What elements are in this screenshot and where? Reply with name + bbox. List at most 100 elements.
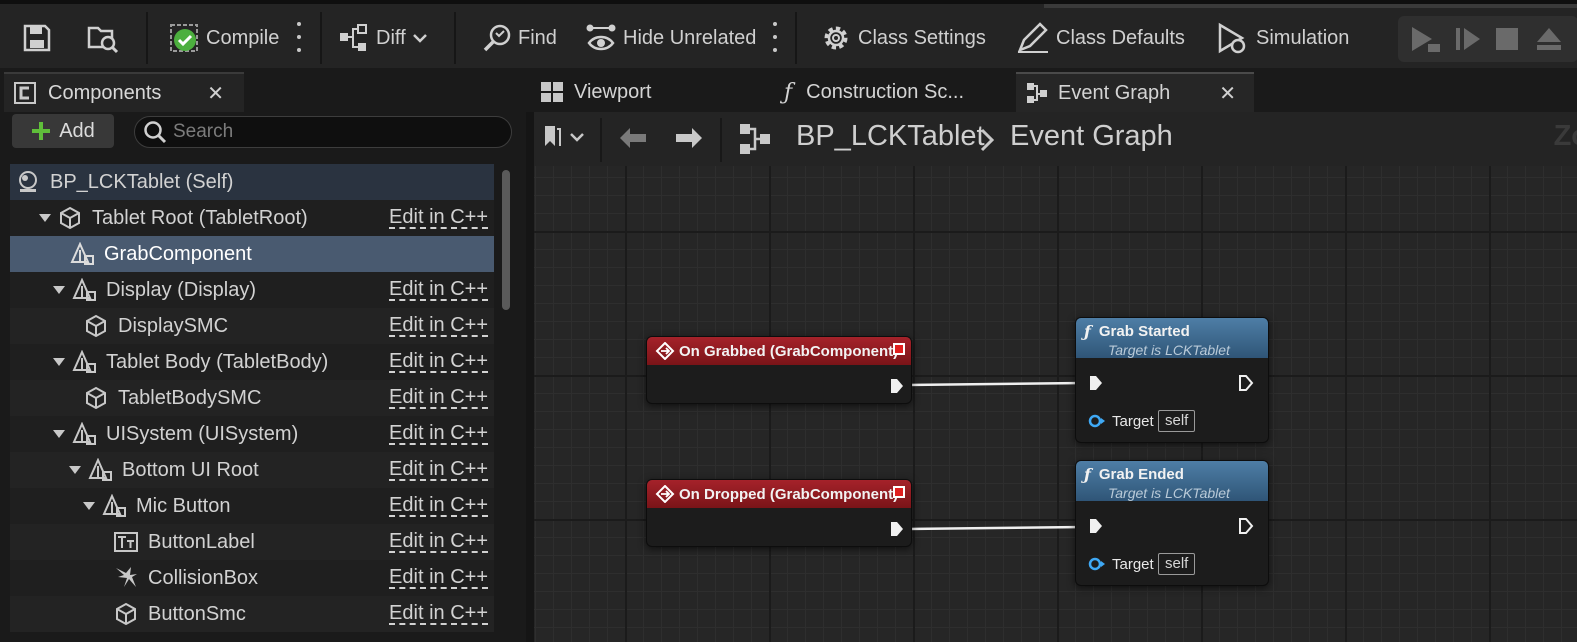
edit-in-cpp-link[interactable]: Edit in C++ xyxy=(389,602,488,625)
save-button[interactable] xyxy=(22,8,52,68)
simulation-button[interactable]: Simulation xyxy=(1216,8,1349,68)
tree-row-label: TabletBodySMC xyxy=(118,386,262,409)
tree-row-self[interactable]: BP_LCKTablet (Self) xyxy=(10,164,494,200)
mesh-icon xyxy=(58,206,82,230)
target-default-value[interactable]: self xyxy=(1158,553,1196,575)
edit-in-cpp-link[interactable]: Edit in C++ xyxy=(389,458,488,481)
edit-in-cpp-link[interactable]: Edit in C++ xyxy=(389,386,488,409)
tree-row-ui-system[interactable]: UISystem (UISystem) Edit in C++ xyxy=(10,416,494,452)
edit-in-cpp-link[interactable]: Edit in C++ xyxy=(389,278,488,301)
class-settings-button[interactable]: Class Settings xyxy=(820,8,986,68)
event-node-on-dropped[interactable]: On Dropped (GrabComponent) xyxy=(646,479,912,547)
target-default-value[interactable]: self xyxy=(1158,410,1196,432)
expand-arrow-icon[interactable] xyxy=(82,499,96,513)
expand-arrow-icon[interactable] xyxy=(52,355,66,369)
event-icon xyxy=(655,342,675,360)
edit-in-cpp-link[interactable]: Edit in C++ xyxy=(389,314,488,337)
tree-row-collision-box[interactable]: CollisionBox Edit in C++ xyxy=(10,560,494,596)
header-separator xyxy=(720,118,722,162)
class-defaults-label: Class Defaults xyxy=(1056,26,1185,49)
edit-in-cpp-link[interactable]: Edit in C++ xyxy=(389,530,488,553)
exec-output-pin-icon[interactable] xyxy=(1238,517,1254,535)
graph-canvas[interactable]: On Grabbed (GrabComponent) On Dropped (G… xyxy=(534,112,1577,642)
edit-in-cpp-link[interactable]: Edit in C++ xyxy=(389,206,488,229)
tab-event-graph-label: Event Graph xyxy=(1058,81,1171,104)
hide-unrelated-icon xyxy=(586,24,616,51)
target-pin-label: Target xyxy=(1112,556,1154,573)
search-input[interactable] xyxy=(173,121,473,143)
main-toolbar: Compile Diff Find Hide Unrelated Class S… xyxy=(0,0,1577,68)
eject-icon[interactable] xyxy=(1534,25,1564,53)
exec-output-pin-icon[interactable] xyxy=(889,520,905,538)
expand-arrow-icon[interactable] xyxy=(68,463,82,477)
tree-row-button-label[interactable]: ButtonLabel Edit in C++ xyxy=(10,524,494,560)
components-tab-title: Components xyxy=(48,81,162,104)
collision-icon xyxy=(114,566,138,590)
diff-label: Diff xyxy=(376,26,406,49)
stop-icon[interactable] xyxy=(1494,25,1520,53)
hide-unrelated-button[interactable]: Hide Unrelated xyxy=(585,8,756,68)
event-graph-icon xyxy=(740,124,770,154)
exec-output-pin-icon[interactable] xyxy=(1238,374,1254,392)
function-icon: ƒ xyxy=(784,79,793,105)
play-icon[interactable] xyxy=(1408,24,1442,54)
expand-arrow-icon[interactable] xyxy=(38,211,52,225)
tree-row-display-smc[interactable]: DisplaySMC Edit in C++ xyxy=(10,308,494,344)
hide-unrelated-options-button[interactable] xyxy=(772,22,778,52)
tree-row-bottom-ui-root[interactable]: Bottom UI Root Edit in C++ xyxy=(10,452,494,488)
tree-row-tablet-root[interactable]: Tablet Root (TabletRoot) Edit in C++ xyxy=(10,200,494,236)
class-defaults-button[interactable]: Class Defaults xyxy=(1016,8,1185,68)
back-arrow-icon[interactable] xyxy=(618,126,648,150)
event-node-on-grabbed[interactable]: On Grabbed (GrabComponent) xyxy=(646,336,912,404)
scrollbar-thumb[interactable] xyxy=(502,170,510,310)
tab-construction-label: Construction Sc... xyxy=(806,80,964,103)
tree-scrollbar[interactable] xyxy=(500,168,512,642)
browse-button[interactable] xyxy=(86,8,120,68)
diff-button[interactable]: Diff xyxy=(338,8,428,68)
bookmark-button[interactable] xyxy=(542,124,584,150)
forward-arrow-icon[interactable] xyxy=(674,126,704,150)
compile-button[interactable]: Compile xyxy=(168,8,279,68)
tree-row-grab-component[interactable]: GrabComponent xyxy=(10,236,494,272)
tree-row-label: ButtonSmc xyxy=(148,602,246,625)
tree-row-tablet-body-smc[interactable]: TabletBodySMC Edit in C++ xyxy=(10,380,494,416)
object-pin-icon[interactable] xyxy=(1088,414,1106,428)
delegate-pin-icon[interactable] xyxy=(893,343,905,355)
delegate-pin-icon[interactable] xyxy=(893,486,905,498)
exec-input-pin-icon[interactable] xyxy=(1088,517,1104,535)
edit-in-cpp-link[interactable]: Edit in C++ xyxy=(389,422,488,445)
find-button[interactable]: Find xyxy=(482,8,557,68)
scene-component-icon xyxy=(70,242,94,266)
tree-row-tablet-body[interactable]: Tablet Body (TabletBody) Edit in C++ xyxy=(10,344,494,380)
exec-input-pin-icon[interactable] xyxy=(1088,374,1104,392)
toolbar-separator xyxy=(454,12,456,64)
expand-arrow-icon[interactable] xyxy=(52,283,66,297)
node-header: On Dropped (GrabComponent) xyxy=(647,480,911,508)
tab-construction-script[interactable]: ƒ Construction Sc... xyxy=(782,72,1012,112)
function-node-grab-ended[interactable]: ƒ Grab Ended Target is LCKTablet Target … xyxy=(1075,460,1269,586)
step-icon[interactable] xyxy=(1454,24,1482,54)
compile-options-button[interactable] xyxy=(296,22,302,52)
edit-in-cpp-link[interactable]: Edit in C++ xyxy=(389,494,488,517)
tree-row-button-smc[interactable]: ButtonSmc Edit in C++ xyxy=(10,596,494,632)
tree-row-label: BP_LCKTablet (Self) xyxy=(50,170,234,193)
bookmark-icon xyxy=(545,126,561,146)
breadcrumb-graph[interactable]: Event Graph xyxy=(1010,120,1173,153)
add-component-button[interactable]: Add xyxy=(12,114,114,148)
tab-event-graph[interactable]: Event Graph ✕ xyxy=(1016,72,1254,112)
tree-row-display[interactable]: Display (Display) Edit in C++ xyxy=(10,272,494,308)
function-node-grab-started[interactable]: ƒ Grab Started Target is LCKTablet Targe… xyxy=(1075,317,1269,443)
node-subtitle: Target is LCKTablet xyxy=(1108,342,1230,358)
object-pin-icon[interactable] xyxy=(1088,557,1106,571)
breadcrumb-blueprint[interactable]: BP_LCKTablet xyxy=(796,120,985,153)
expand-arrow-icon[interactable] xyxy=(52,427,66,441)
edit-in-cpp-link[interactable]: Edit in C++ xyxy=(389,350,488,373)
header-separator xyxy=(600,118,602,162)
close-icon[interactable]: ✕ xyxy=(207,81,224,106)
close-icon[interactable]: ✕ xyxy=(1219,81,1236,106)
edit-in-cpp-link[interactable]: Edit in C++ xyxy=(389,566,488,589)
tree-row-mic-button[interactable]: Mic Button Edit in C++ xyxy=(10,488,494,524)
tab-viewport[interactable]: Viewport xyxy=(536,72,766,112)
components-tab[interactable]: Components ✕ xyxy=(4,72,244,112)
exec-output-pin-icon[interactable] xyxy=(889,377,905,395)
